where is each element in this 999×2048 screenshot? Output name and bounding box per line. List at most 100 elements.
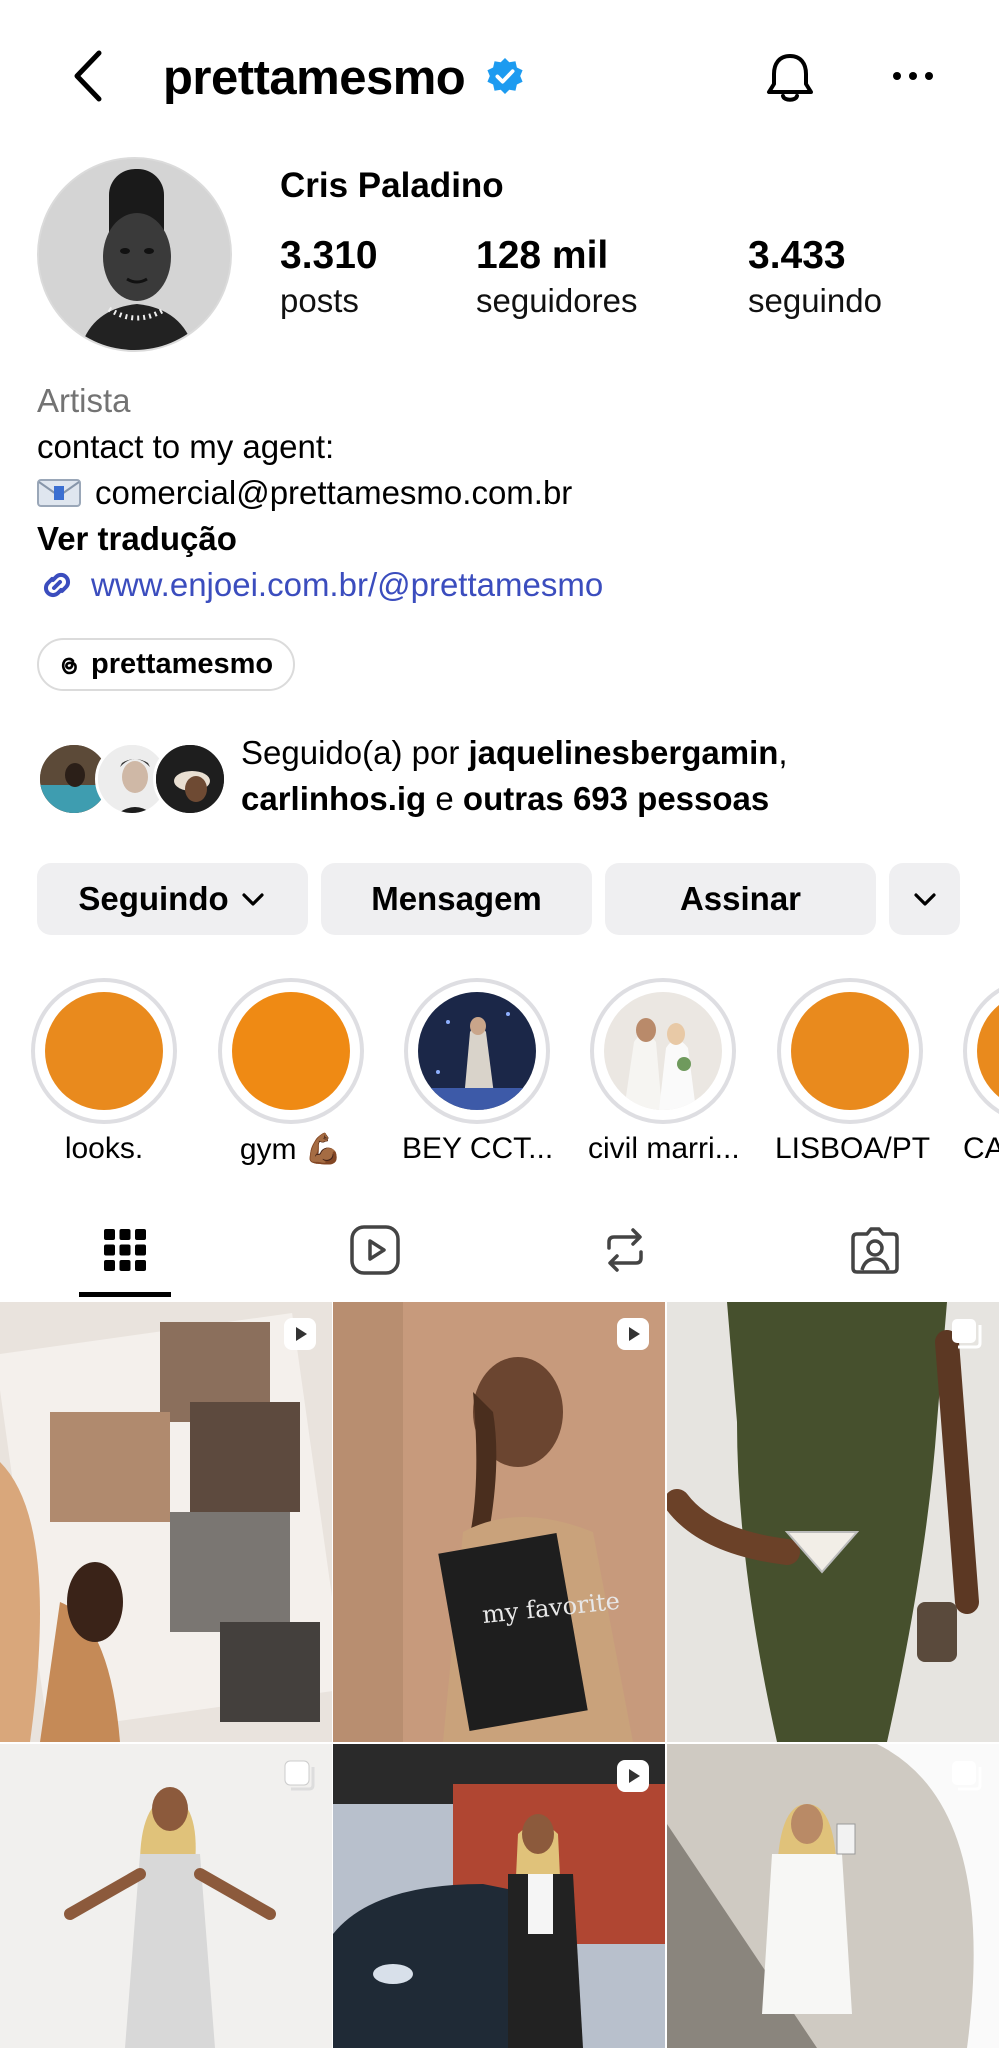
threads-profile-chip[interactable]: prettamesmo (37, 638, 296, 691)
stat-value: 3.433 (748, 234, 846, 277)
highlight-cover (45, 992, 163, 1110)
incoming-envelope-icon (37, 479, 81, 507)
highlight-cover (604, 992, 722, 1110)
notifications-button[interactable] (760, 48, 820, 108)
chevron-down-icon (913, 893, 936, 906)
message-button[interactable]: Mensagem (321, 863, 592, 935)
profile-full-name: Cris Paladino (280, 166, 504, 205)
chevron-down-icon (242, 893, 264, 906)
threads-icon (61, 657, 77, 674)
followed-by-section[interactable]: Seguido(a) por jaquelinesbergamin, carli… (37, 730, 977, 820)
profile-username: prettamesmo (163, 51, 466, 105)
active-tab-indicator (79, 1292, 171, 1297)
highlight-ca[interactable]: CA (961, 978, 999, 1166)
see-translation-link[interactable]: Ver tradução (37, 516, 967, 562)
highlight-lisboa[interactable]: LISBOA/PT (775, 978, 931, 1166)
grid-post[interactable]: my favorite (333, 1302, 665, 1742)
highlight-label: CA (963, 1132, 999, 1165)
highlight-ring (31, 978, 177, 1124)
followed-by-prefix: Seguido(a) por (241, 734, 469, 771)
highlight-label: BEY CCT... (402, 1132, 554, 1165)
grid-post[interactable] (667, 1744, 999, 2048)
profile-bio: Artista contact to my agent: comercial@p… (37, 378, 967, 608)
grid-icon (103, 1229, 146, 1271)
tagged-person-icon (850, 1227, 899, 1274)
subscribe-button-label: Assinar (679, 880, 802, 917)
more-dots-icon (893, 72, 933, 80)
grid-post[interactable] (0, 1744, 332, 2048)
highlight-label: LISBOA/PT (775, 1132, 931, 1165)
stat-label: posts (280, 282, 359, 319)
highlight-civil-marriage[interactable]: civil marri... (588, 978, 740, 1166)
posts-count[interactable]: 3.310 posts (280, 233, 378, 323)
highlight-ring (590, 978, 736, 1124)
highlight-bey-cct[interactable]: BEY CCT... (402, 978, 554, 1166)
grid-post[interactable] (667, 1302, 999, 1742)
bio-text: contact to my agent: (37, 428, 335, 465)
message-button-label: Mensagem (371, 880, 542, 917)
mutual-avatar (153, 742, 227, 816)
highlight-label: gym 💪🏾 (239, 1133, 343, 1166)
tab-tagged[interactable] (750, 1200, 999, 1300)
post-image (667, 1302, 999, 1742)
link-icon (43, 572, 71, 598)
bell-icon (767, 54, 813, 102)
profile-actions: Seguindo Mensagem Assinar (37, 863, 963, 935)
highlight-label: civil marri... (588, 1132, 740, 1165)
threads-handle: prettamesmo (91, 648, 274, 680)
mutual-others-count: outras 693 pessoas (462, 780, 770, 817)
highlight-label: looks. (64, 1132, 144, 1165)
grid-post[interactable] (0, 1302, 332, 1742)
carousel-badge-icon (284, 1760, 315, 1791)
more-options-button[interactable] (888, 56, 938, 96)
carousel-badge-icon (952, 1319, 982, 1349)
back-button[interactable] (62, 46, 114, 106)
following-count[interactable]: 3.433 seguindo (748, 233, 882, 323)
mutual-user-1: jaquelinesbergamin (468, 734, 779, 771)
carousel-badge-icon (952, 1761, 982, 1791)
posts-grid: my favorite (0, 1302, 999, 2048)
reel-badge-icon (617, 1318, 649, 1350)
reels-icon (349, 1225, 400, 1275)
post-image: my favorite (333, 1302, 665, 1742)
subscribe-button[interactable]: Assinar (605, 863, 876, 935)
stat-value: 128 mil (476, 234, 609, 277)
following-button-label: Seguindo (78, 880, 229, 917)
profile-category: Artista (37, 382, 131, 419)
story-highlights: looks. gym 💪🏾 BEY CCT... civil marri... … (0, 970, 999, 1170)
highlight-ring (963, 978, 999, 1124)
followers-count[interactable]: 128 mil seguidores (476, 233, 637, 323)
highlight-cover (977, 992, 999, 1110)
bio-email-line: comercial@prettamesmo.com.br (37, 470, 967, 516)
following-button[interactable]: Seguindo (37, 863, 308, 935)
tab-reposts[interactable] (500, 1200, 749, 1300)
reel-badge-icon (617, 1760, 649, 1792)
separator: , (778, 734, 788, 771)
contact-email: comercial@prettamesmo.com.br (95, 474, 573, 511)
reel-badge-icon (284, 1318, 316, 1350)
stat-label: seguidores (476, 282, 638, 319)
top-bar: prettamesmo (0, 0, 999, 150)
highlight-gym[interactable]: gym 💪🏾 (216, 978, 366, 1167)
highlight-cover (791, 992, 909, 1110)
bio-link[interactable]: www.enjoei.com.br/@prettamesmo (37, 562, 967, 608)
grid-post[interactable] (333, 1744, 665, 2048)
profile-photo (39, 159, 230, 350)
highlight-ring (777, 978, 923, 1124)
mutual-followers-avatars (37, 742, 227, 816)
post-image (0, 1302, 332, 1742)
followed-by-text: Seguido(a) por jaquelinesbergamin, carli… (241, 730, 788, 822)
repost-icon (606, 1228, 643, 1272)
stat-label: seguindo (748, 282, 882, 319)
tab-reels[interactable] (250, 1200, 499, 1300)
conjunction: e (426, 780, 463, 817)
highlight-cover (232, 992, 350, 1110)
suggested-accounts-button[interactable] (889, 863, 960, 935)
mutual-user-2: carlinhos.ig (241, 780, 427, 817)
profile-avatar[interactable] (37, 157, 232, 352)
tab-grid[interactable] (0, 1200, 249, 1300)
verified-badge-icon (487, 57, 523, 95)
bio-link-text: www.enjoei.com.br/@prettamesmo (91, 566, 604, 603)
chevron-left-icon (74, 50, 102, 102)
highlight-looks[interactable]: looks. (29, 978, 179, 1166)
